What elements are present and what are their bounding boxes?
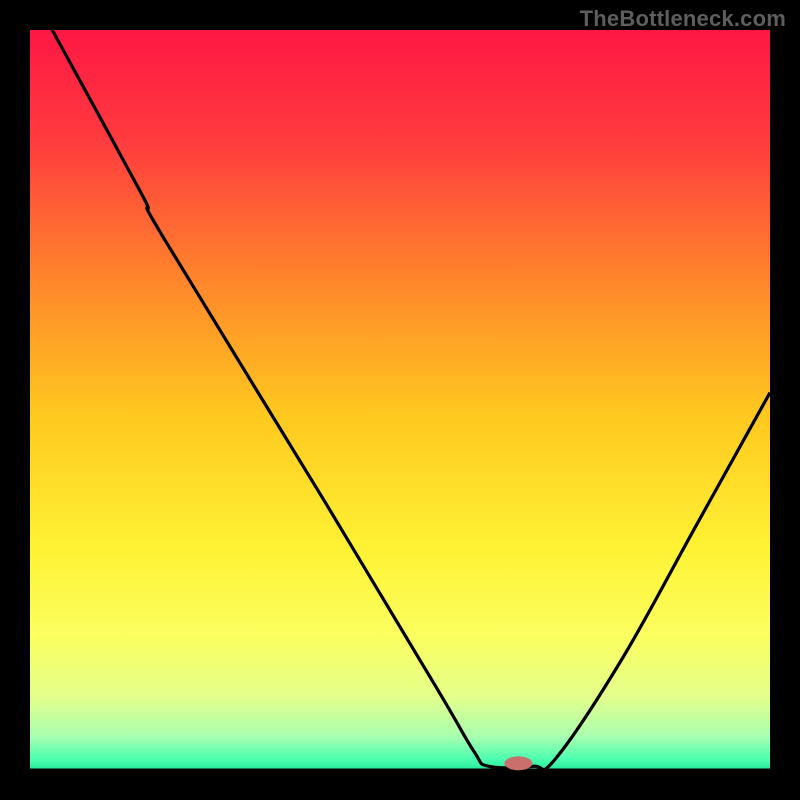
bottleneck-chart: TheBottleneck.com [0,0,800,800]
chart-canvas [0,0,800,800]
plot-background [30,30,770,770]
watermark-label: TheBottleneck.com [580,6,786,32]
optimal-marker [504,756,532,770]
